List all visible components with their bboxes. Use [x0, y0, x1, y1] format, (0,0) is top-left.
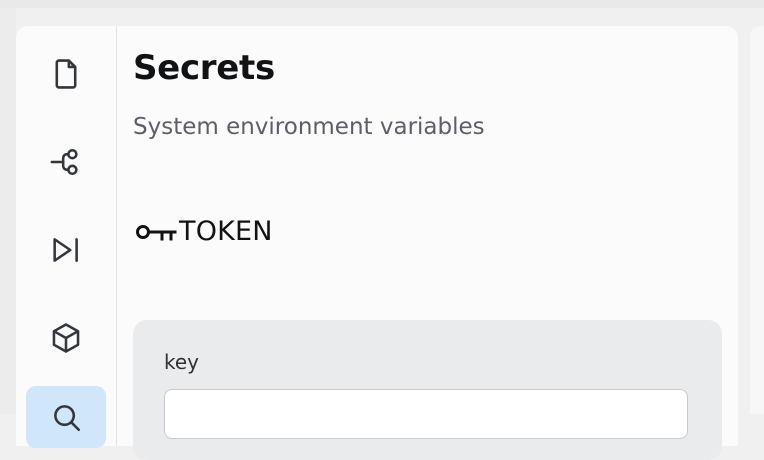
- secret-name: TOKEN: [179, 216, 273, 247]
- sidebar: [16, 26, 117, 448]
- secret-item[interactable]: TOKEN: [135, 216, 273, 247]
- key-input[interactable]: [164, 389, 688, 439]
- sidebar-item-pipelines[interactable]: [26, 131, 106, 193]
- sidebar-item-runs[interactable]: [26, 219, 106, 281]
- sidebar-item-secrets[interactable]: [26, 386, 106, 448]
- sidebar-item-artifacts[interactable]: [26, 307, 106, 369]
- page-title: Secrets: [133, 48, 275, 88]
- page-subtitle: System environment variables: [133, 114, 485, 140]
- secret-form: key: [133, 320, 722, 460]
- file-icon: [55, 59, 77, 89]
- search-icon: [54, 405, 81, 432]
- key-icon: [136, 224, 177, 240]
- window-edge: [0, 8, 16, 414]
- cube-icon: [52, 323, 80, 353]
- skip-forward-icon: [53, 238, 78, 262]
- key-label: key: [164, 350, 200, 374]
- top-bar: [0, 0, 764, 8]
- git-commit-icon: [50, 148, 78, 176]
- app-shell: Secrets System environment variables TOK…: [16, 26, 738, 460]
- right-panel: [750, 26, 764, 414]
- main-content: Secrets System environment variables TOK…: [133, 26, 738, 460]
- sidebar-item-files[interactable]: [26, 43, 106, 105]
